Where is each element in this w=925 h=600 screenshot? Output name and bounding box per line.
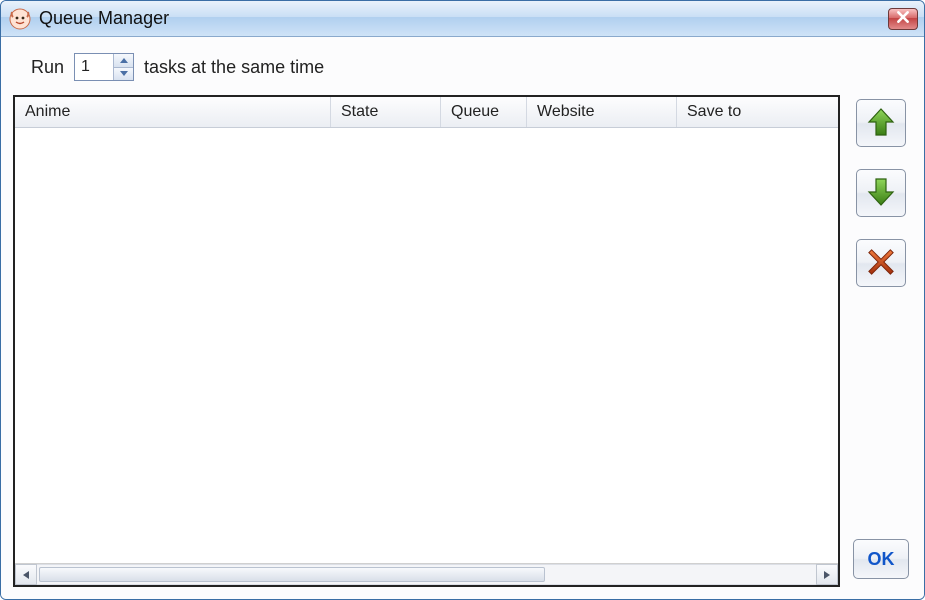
delete-button[interactable] [856,239,906,287]
run-label-before: Run [31,57,64,78]
scroll-left-button[interactable] [15,564,37,585]
move-down-button[interactable] [856,169,906,217]
scroll-track[interactable] [37,564,816,585]
column-queue[interactable]: Queue [441,97,527,127]
queue-table: Anime State Queue Website Save to [13,95,840,587]
table-header: Anime State Queue Website Save to [15,97,838,128]
ok-button[interactable]: OK [853,539,909,579]
chevron-down-icon [120,71,128,76]
main-area: Anime State Queue Website Save to [1,95,924,599]
spinner-buttons [113,54,133,80]
concurrent-tasks-input[interactable] [75,54,113,80]
titlebar: Queue Manager [1,1,924,37]
scroll-thumb[interactable] [39,567,545,582]
table-body [15,128,838,563]
horizontal-scrollbar[interactable] [15,563,838,585]
side-buttons: OK [850,95,912,587]
app-icon [9,8,31,30]
run-controls: Run tasks at the same time [1,37,924,95]
spinner-up-button[interactable] [114,54,133,67]
column-save-to[interactable]: Save to [677,97,838,127]
column-anime[interactable]: Anime [15,97,331,127]
arrow-up-icon [865,106,897,141]
chevron-left-icon [23,571,29,579]
window-title: Queue Manager [39,8,888,29]
close-icon [896,10,910,27]
scroll-right-button[interactable] [816,564,838,585]
move-up-button[interactable] [856,99,906,147]
close-button[interactable] [888,8,918,30]
run-label-after: tasks at the same time [144,57,324,78]
ok-label: OK [868,549,895,570]
spinner-down-button[interactable] [114,67,133,81]
concurrent-tasks-stepper[interactable] [74,53,134,81]
chevron-up-icon [120,58,128,63]
column-website[interactable]: Website [527,97,677,127]
queue-manager-window: Queue Manager Run tasks at the same time [0,0,925,600]
chevron-right-icon [824,571,830,579]
arrow-down-icon [865,176,897,211]
delete-x-icon [866,247,896,280]
column-state[interactable]: State [331,97,441,127]
